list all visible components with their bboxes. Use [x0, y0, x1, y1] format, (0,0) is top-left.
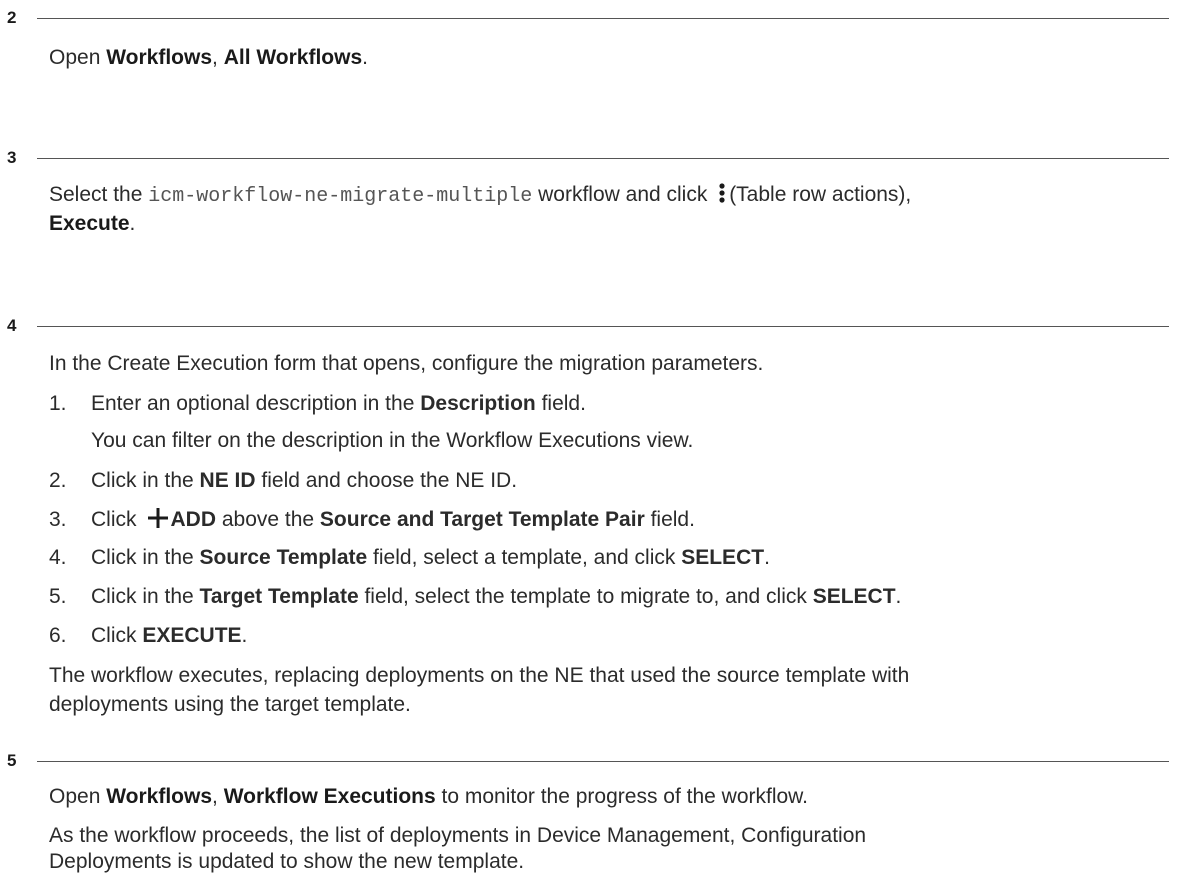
substep-text: Enter an optional description in the Des…	[91, 392, 586, 415]
kebab-icon	[719, 183, 725, 203]
substep-number: 5.	[49, 585, 67, 608]
substep-text: Click in the Source Template field, sele…	[91, 546, 770, 569]
substep-note: You can filter on the description in the…	[91, 429, 694, 452]
step-header: 4	[7, 316, 1169, 342]
step-number: 2	[7, 8, 17, 27]
substep-number: 4.	[49, 546, 67, 569]
step-divider	[37, 18, 1169, 19]
substep-text: Click EXECUTE.	[91, 624, 248, 647]
step-intro: In the Create Execution form that opens,…	[49, 352, 764, 375]
step-result: The workflow executes, replacing deploym…	[49, 664, 910, 687]
button-select: SELECT	[681, 546, 765, 569]
substep-text: Click in the NE ID field and choose the …	[91, 469, 518, 492]
step-number: 3	[7, 148, 17, 167]
step-note: As the workflow proceeds, the list of de…	[49, 824, 867, 847]
step-text-cont: Execute.	[49, 212, 136, 235]
substep-number: 2.	[49, 469, 67, 492]
field-source-template: Source Template	[199, 546, 368, 569]
menu-all-workflows: All Workflows	[223, 46, 363, 69]
substep-number: 6.	[49, 624, 67, 647]
substep-text: Click in the Target Template field, sele…	[91, 585, 902, 608]
step-divider	[37, 761, 1169, 762]
menu-workflows: Workflows	[106, 46, 213, 69]
step-header: 2	[7, 8, 1169, 34]
step-divider	[37, 158, 1169, 159]
step-number: 5	[7, 751, 17, 770]
step-result-cont: deployments using the target template.	[49, 693, 411, 716]
substep-number: 3.	[49, 508, 67, 531]
workflow-name: icm-workflow-ne-migrate-multiple	[148, 185, 533, 208]
field-ne-id: NE ID	[199, 469, 256, 492]
field-template-pair: Source and Target Template Pair	[319, 508, 645, 531]
button-select: SELECT	[812, 585, 896, 608]
step-header: 5	[7, 751, 1169, 777]
substep-number: 1.	[49, 392, 67, 415]
step-divider	[37, 326, 1169, 327]
step-text: Open Workflows, All Workflows.	[49, 46, 368, 69]
button-execute: EXECUTE	[142, 624, 242, 647]
button-add: ADD	[170, 508, 217, 531]
menu-workflows: Workflows	[106, 785, 213, 808]
step-number: 4	[7, 316, 17, 335]
field-target-template: Target Template	[199, 585, 359, 608]
step-text: Open Workflows, Workflow Executions to m…	[49, 785, 809, 808]
step-header: 3	[7, 148, 1169, 174]
substep-text: Click ADD above the Source and Target Tem…	[91, 508, 695, 531]
step-note-cont: Deployments is updated to show the new t…	[49, 850, 525, 873]
plus-icon	[147, 508, 168, 528]
step-text: Select the icm-workflow-ne-migrate-multi…	[49, 183, 912, 208]
menu-workflow-executions: Workflow Executions	[223, 785, 436, 808]
action-execute: Execute	[49, 212, 130, 235]
field-description: Description	[420, 392, 536, 415]
